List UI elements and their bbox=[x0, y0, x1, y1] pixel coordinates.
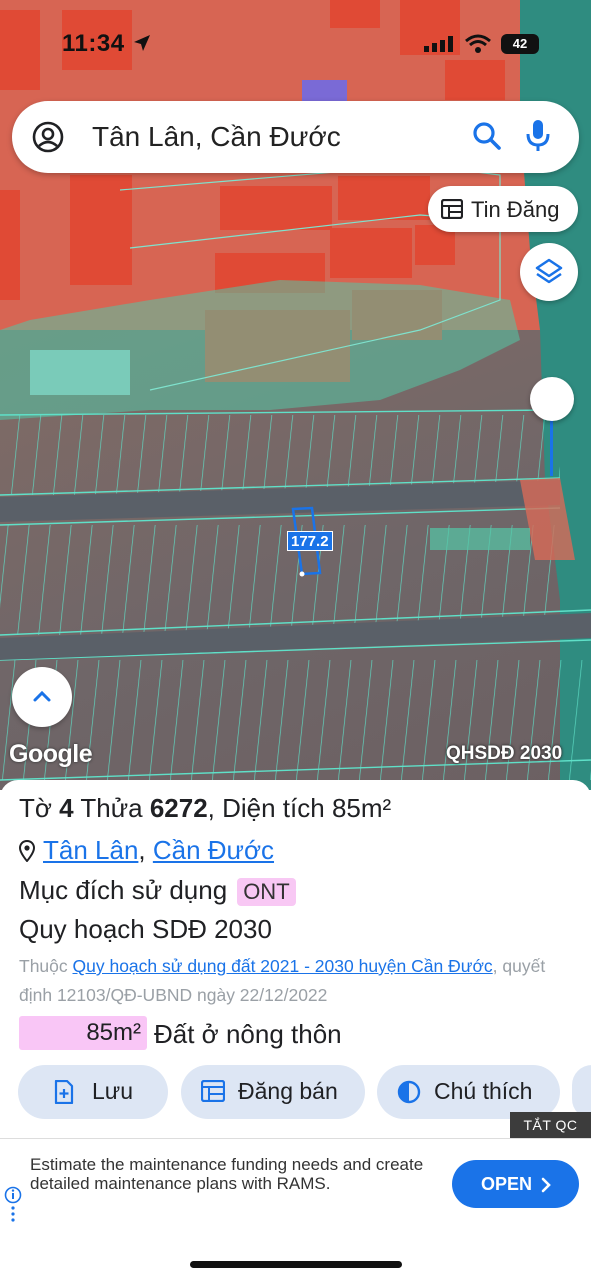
location-link-district[interactable]: Cần Đước bbox=[153, 835, 274, 865]
post-for-sale-label: Đăng bán bbox=[238, 1078, 338, 1104]
opacity-slider-handle[interactable] bbox=[530, 377, 574, 421]
layers-icon bbox=[535, 258, 563, 284]
tin-dang-button[interactable]: Tin Đăng bbox=[428, 186, 578, 232]
ad-banner[interactable]: Estimate the maintenance funding needs a… bbox=[0, 1138, 591, 1230]
purpose-code-badge: ONT bbox=[237, 878, 296, 906]
plan-layer-tag: QHSDĐ 2030 bbox=[446, 743, 563, 764]
tin-dang-label: Tin Đăng bbox=[471, 197, 560, 222]
land-type-description: Đất ở nông thôn bbox=[154, 1019, 342, 1049]
plot-dimension-label[interactable]: 177.2 bbox=[287, 531, 333, 551]
status-time: 11:34 bbox=[62, 30, 125, 57]
area-value: 85m² bbox=[331, 793, 392, 823]
ad-info-icon[interactable] bbox=[4, 1186, 22, 1231]
search-input[interactable]: Tân Lân, Cần Đước bbox=[92, 121, 341, 153]
plan-source-text: Thuộc Quy hoạch sử dụng đất 2021 - 2030 … bbox=[19, 952, 569, 1010]
chevron-up-icon bbox=[33, 690, 51, 702]
battery-indicator: 42 bbox=[501, 34, 539, 54]
save-label: Lưu bbox=[92, 1078, 133, 1104]
parcel-info-sheet: Tờ 4 Thửa 6272, Diện tích 85m² Tân Lân, … bbox=[0, 780, 591, 1140]
legend-label: Chú thích bbox=[434, 1078, 533, 1104]
hide-ads-button[interactable]: TẮT QC bbox=[510, 1112, 591, 1138]
sheet-label: Tờ bbox=[19, 793, 60, 823]
sheet-number: 4 bbox=[59, 793, 74, 823]
area-label: , Diện tích bbox=[207, 793, 332, 823]
legend-button[interactable]: Chú thích bbox=[377, 1065, 560, 1119]
add-file-icon bbox=[54, 1079, 74, 1110]
purpose-label: Mục đích sử dụng bbox=[19, 875, 228, 905]
status-bar: 11:34 42 bbox=[0, 28, 591, 62]
save-button[interactable]: Lưu bbox=[18, 1065, 168, 1119]
expand-sheet-button[interactable] bbox=[12, 667, 72, 727]
home-indicator[interactable] bbox=[190, 1261, 402, 1268]
chevron-right-icon bbox=[541, 1177, 551, 1193]
parcel-label: Thửa bbox=[73, 793, 150, 823]
search-bar[interactable]: Tân Lân, Cần Đước bbox=[12, 101, 579, 173]
parcel-location: Tân Lân, Cần Đước bbox=[18, 835, 274, 869]
layers-button[interactable] bbox=[520, 243, 578, 301]
belongs-prefix: Thuộc bbox=[19, 956, 73, 976]
post-for-sale-button[interactable]: Đăng bán bbox=[181, 1065, 365, 1119]
land-use-purpose: Mục đích sử dụng ONT bbox=[19, 875, 296, 906]
ad-open-button[interactable]: OPEN bbox=[452, 1160, 579, 1208]
action-bar: Lưu Đăng bán Chú thích bbox=[0, 1065, 591, 1119]
land-type-area-box: 85m² bbox=[19, 1016, 147, 1050]
listing-icon bbox=[200, 1079, 226, 1108]
more-actions-button[interactable] bbox=[572, 1065, 591, 1119]
location-link-commune[interactable]: Tân Lân bbox=[43, 835, 138, 865]
parcel-title: Tờ 4 Thửa 6272, Diện tích 85m² bbox=[19, 793, 391, 824]
map-view[interactable]: 11:34 42 Tân Lân, Cần Đước Tin Đăng 177.… bbox=[0, 0, 591, 790]
location-pin-icon bbox=[18, 838, 36, 869]
ad-copy: Estimate the maintenance funding needs a… bbox=[30, 1155, 424, 1193]
plan-heading: Quy hoạch SDĐ 2030 bbox=[19, 914, 272, 944]
parcel-number: 6272 bbox=[149, 793, 208, 823]
location-separator: , bbox=[138, 835, 153, 865]
google-logo: Google bbox=[9, 740, 93, 768]
contrast-icon bbox=[397, 1080, 421, 1110]
plan-document-link[interactable]: Quy hoạch sử dụng đất 2021 - 2030 huyện … bbox=[73, 956, 493, 976]
ad-open-label: OPEN bbox=[481, 1174, 533, 1194]
